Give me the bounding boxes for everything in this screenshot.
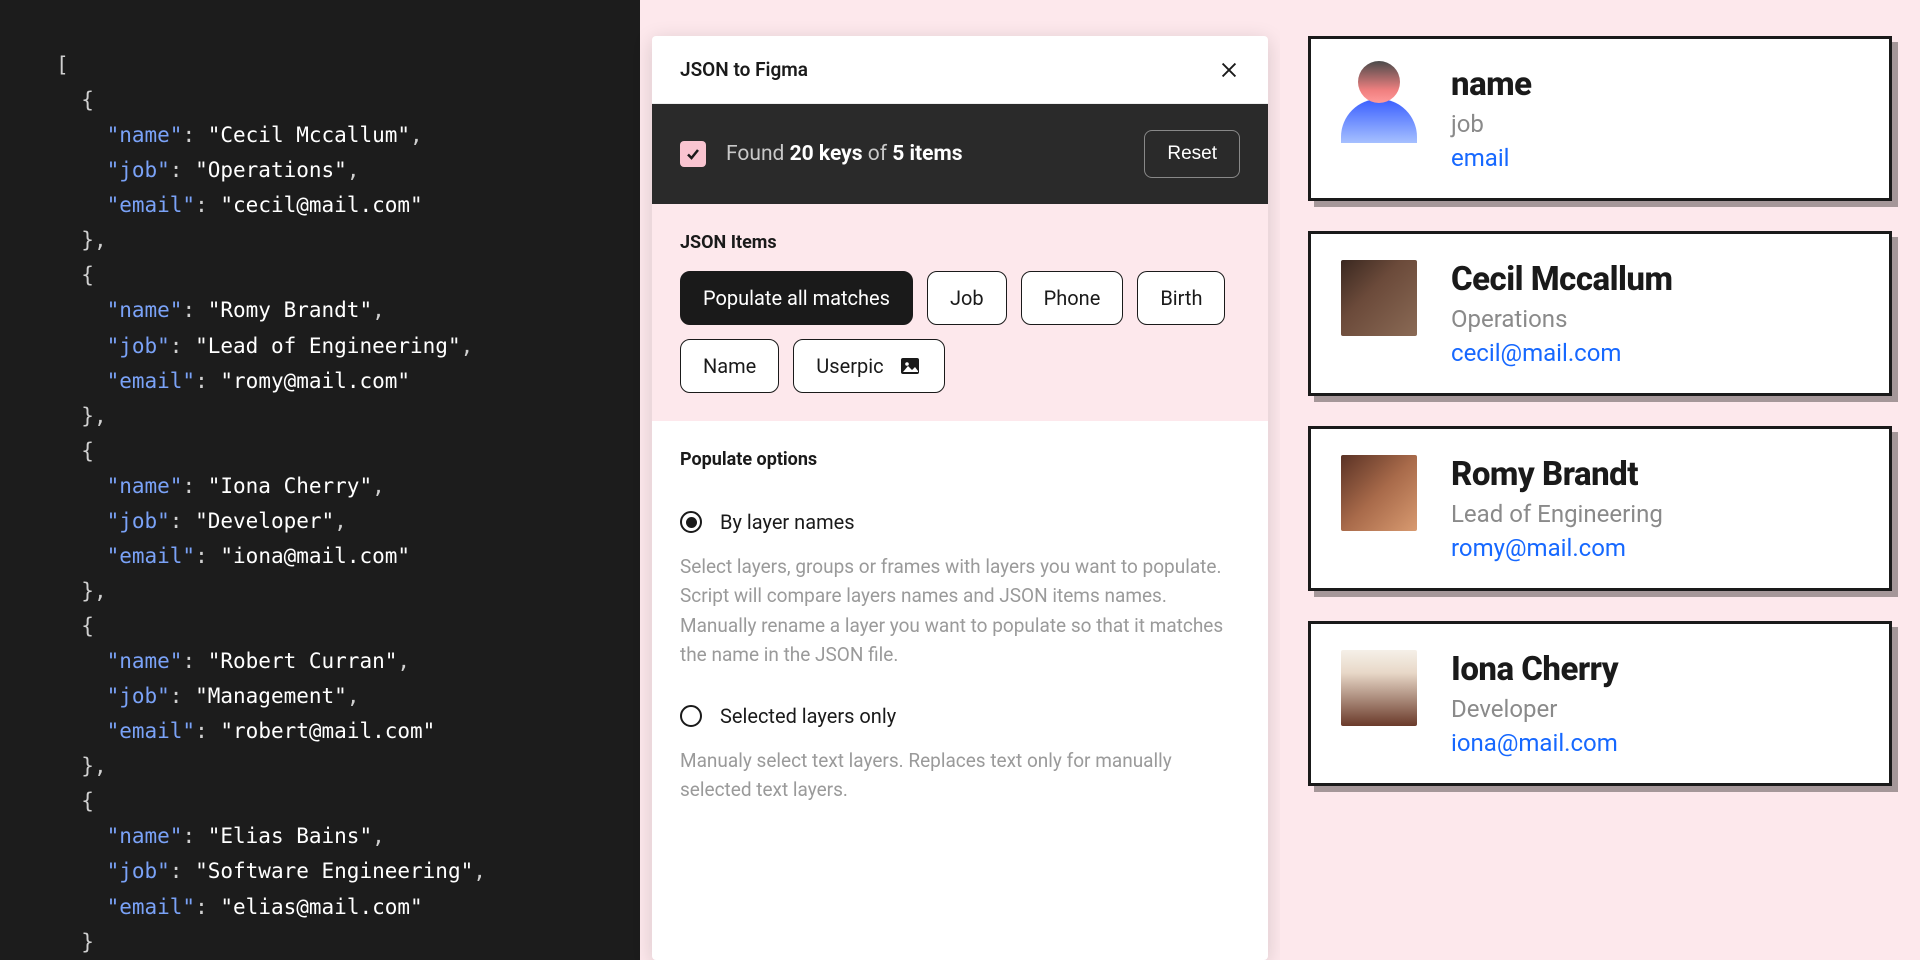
json-items-label: JSON Items	[680, 232, 1240, 253]
populate-options-section: Populate options By layer names Select l…	[652, 421, 1268, 867]
card-email: romy@mail.com	[1451, 534, 1663, 562]
avatar	[1341, 455, 1417, 531]
status-text: Found 20 keys of 5 items	[726, 142, 962, 166]
option-description: Select layers, groups or frames with lay…	[680, 552, 1240, 670]
card-name: Romy Brandt	[1451, 455, 1663, 494]
json-items-section: JSON Items Populate all matches Job Phon…	[652, 204, 1268, 421]
user-card[interactable]: Cecil Mccallum Operations cecil@mail.com	[1308, 231, 1892, 396]
card-job: Lead of Engineering	[1451, 500, 1663, 528]
pill-phone[interactable]: Phone	[1021, 271, 1124, 325]
status-bar: Found 20 keys of 5 items Reset	[652, 104, 1268, 204]
card-email: cecil@mail.com	[1451, 339, 1673, 367]
reset-button[interactable]: Reset	[1144, 130, 1240, 178]
pill-userpic[interactable]: Userpic	[793, 339, 944, 393]
pill-label: Job	[950, 286, 984, 310]
status-items: 5 items	[892, 142, 962, 166]
avatar-placeholder-icon	[1341, 65, 1417, 141]
card-text: Romy Brandt Lead of Engineering romy@mail.…	[1451, 455, 1663, 562]
card-text: name job email	[1451, 65, 1532, 172]
plugin-column: JSON to Figma Found 20 keys of 5 items R…	[640, 0, 1280, 960]
avatar	[1341, 650, 1417, 726]
plugin-title: JSON to Figma	[680, 58, 808, 81]
radio-selected-layers[interactable]: Selected layers only	[680, 704, 1240, 728]
status-of: of	[868, 142, 887, 166]
pill-label: Birth	[1160, 286, 1202, 310]
populate-options-label: Populate options	[680, 449, 1240, 470]
user-card[interactable]: Romy Brandt Lead of Engineering romy@mail.…	[1308, 426, 1892, 591]
pill-populate-all[interactable]: Populate all matches	[680, 271, 913, 325]
pill-row: Populate all matches Job Phone Birth Nam…	[680, 271, 1240, 393]
close-icon[interactable]	[1218, 59, 1240, 81]
card-name: Iona Cherry	[1451, 650, 1618, 689]
option-description: Manualy select text layers. Replaces tex…	[680, 746, 1240, 805]
status-left: Found 20 keys of 5 items	[680, 141, 962, 167]
user-card[interactable]: name job email	[1308, 36, 1892, 201]
pill-label: Populate all matches	[703, 286, 890, 310]
radio-by-layer-names[interactable]: By layer names	[680, 510, 1240, 534]
json-code-panel: [ { "name": "Cecil Mccallum", "job": "Op…	[0, 0, 640, 960]
card-email: iona@mail.com	[1451, 729, 1618, 757]
card-text: Cecil Mccallum Operations cecil@mail.com	[1451, 260, 1673, 367]
pill-name[interactable]: Name	[680, 339, 779, 393]
pill-birth[interactable]: Birth	[1137, 271, 1225, 325]
pill-job[interactable]: Job	[927, 271, 1007, 325]
radio-icon	[680, 705, 702, 727]
card-job: job	[1451, 110, 1532, 138]
user-card[interactable]: Iona Cherry Developer iona@mail.com	[1308, 621, 1892, 786]
card-job: Developer	[1451, 695, 1618, 723]
card-text: Iona Cherry Developer iona@mail.com	[1451, 650, 1618, 757]
card-email: email	[1451, 144, 1532, 172]
cards-panel: name job email Cecil Mccallum Operations ceci…	[1280, 0, 1920, 960]
card-name: name	[1451, 65, 1532, 104]
radio-label: By layer names	[720, 510, 855, 534]
radio-label: Selected layers only	[720, 704, 896, 728]
status-keys: 20 keys	[790, 142, 863, 166]
avatar	[1341, 260, 1417, 336]
pill-label: Userpic	[816, 354, 883, 378]
status-found: Found	[726, 142, 784, 166]
card-name: Cecil Mccallum	[1451, 260, 1673, 299]
status-checkbox[interactable]	[680, 141, 706, 167]
image-icon	[898, 354, 922, 378]
card-job: Operations	[1451, 305, 1673, 333]
pill-label: Name	[703, 354, 756, 378]
pill-label: Phone	[1044, 286, 1101, 310]
plugin-window: JSON to Figma Found 20 keys of 5 items R…	[652, 36, 1268, 960]
radio-icon	[680, 511, 702, 533]
plugin-header: JSON to Figma	[652, 36, 1268, 104]
